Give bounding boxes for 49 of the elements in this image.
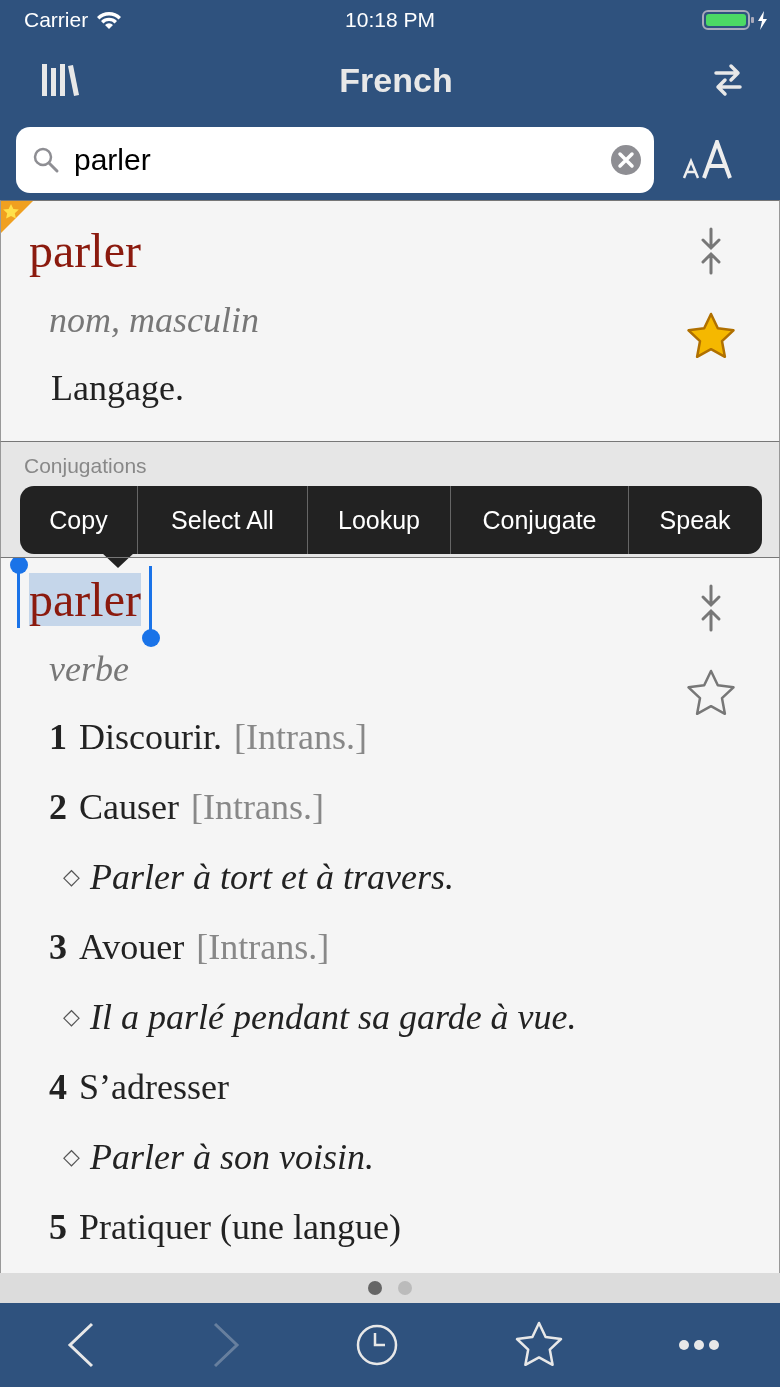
search-icon bbox=[32, 146, 60, 174]
search-field[interactable]: parler bbox=[16, 127, 654, 193]
star-icon[interactable] bbox=[513, 1321, 564, 1369]
example-bullet: ◇ bbox=[63, 863, 80, 891]
nav-title: French bbox=[339, 60, 453, 100]
definition-text: Langage. bbox=[50, 367, 185, 410]
clear-icon[interactable] bbox=[610, 144, 642, 176]
grammar-tag: [Intrans.] bbox=[190, 772, 324, 842]
headword: parler bbox=[29, 573, 141, 626]
sense-number: 4 bbox=[49, 1066, 67, 1109]
selection-handle-icon[interactable] bbox=[140, 566, 161, 648]
sense-text: Discourir. bbox=[79, 716, 222, 759]
status-time: 10:18 PM bbox=[345, 8, 435, 32]
section-header: Conjugations bbox=[24, 454, 147, 478]
sense-text: Avouer bbox=[79, 926, 185, 969]
more-icon[interactable] bbox=[678, 1339, 720, 1351]
sense-number: 2 bbox=[49, 786, 67, 829]
sense-number: 3 bbox=[49, 926, 67, 969]
selection-handle-icon[interactable] bbox=[9, 558, 29, 628]
part-of-speech: nom, masculin bbox=[48, 299, 260, 342]
headword: parler bbox=[29, 224, 141, 277]
sense-text: Pratiquer (une langue) bbox=[79, 1206, 401, 1249]
back-icon[interactable] bbox=[66, 1321, 96, 1369]
sense-text: Causer bbox=[79, 786, 179, 829]
menu-item[interactable]: Conjugate bbox=[451, 486, 629, 554]
menu-item[interactable]: Select All bbox=[138, 486, 308, 554]
sense-number: 5 bbox=[49, 1206, 67, 1249]
favorite-star-icon[interactable] bbox=[685, 311, 737, 361]
clock-icon[interactable] bbox=[355, 1323, 399, 1367]
grammar-tag: [Intrans.] bbox=[234, 702, 367, 772]
example-text: Il a parlé pendant sa garde à vue. bbox=[90, 996, 577, 1039]
grammar-tag: [Intrans.] bbox=[196, 912, 330, 982]
wifi-icon bbox=[96, 10, 123, 30]
page-dot[interactable] bbox=[368, 1281, 382, 1295]
library-icon[interactable] bbox=[40, 62, 80, 98]
battery-icon bbox=[702, 9, 770, 31]
swap-arrows-icon[interactable] bbox=[712, 63, 744, 97]
example-text: Parler à tort et à travers. bbox=[90, 856, 454, 899]
sense-number: 1 bbox=[49, 716, 67, 759]
menu-item[interactable]: Speak bbox=[629, 486, 761, 554]
example-bullet: ◇ bbox=[63, 1143, 80, 1171]
sense-text: S’adresser bbox=[79, 1066, 229, 1109]
carrier-name: Carrier bbox=[24, 8, 89, 32]
part-of-speech: verbe bbox=[48, 648, 130, 691]
page-dot[interactable] bbox=[398, 1281, 412, 1295]
favorite-star-icon[interactable] bbox=[685, 668, 737, 718]
example-bullet: ◇ bbox=[63, 1003, 80, 1031]
menu-item[interactable]: Lookup bbox=[308, 486, 451, 554]
example-text: Parler à son voisin. bbox=[90, 1136, 374, 1179]
